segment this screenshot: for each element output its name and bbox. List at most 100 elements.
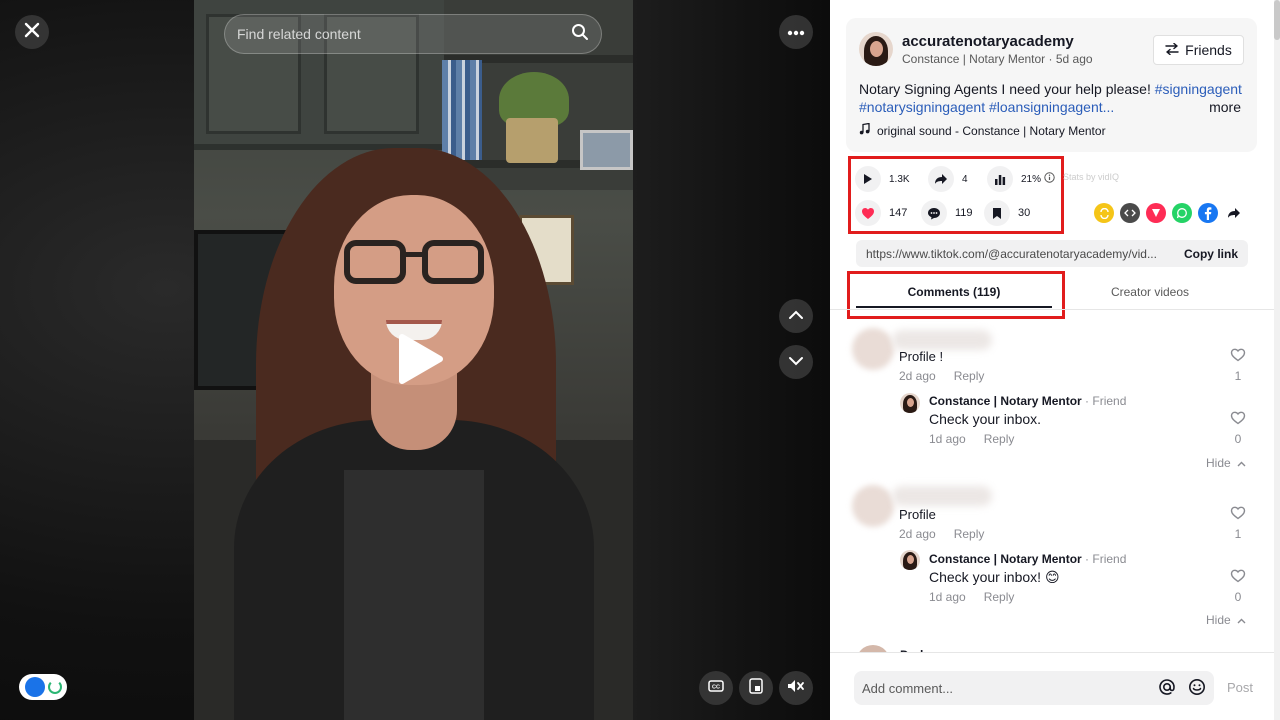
saves-stat[interactable]: 30 bbox=[984, 200, 1030, 226]
send-to-friends-icon[interactable] bbox=[1146, 203, 1166, 223]
search-placeholder: Find related content bbox=[237, 26, 361, 42]
embed-icon[interactable] bbox=[1120, 203, 1140, 223]
reply-author[interactable]: Constance | Notary Mentor · Friend bbox=[929, 552, 1126, 566]
comment-like[interactable]: 1 bbox=[1228, 506, 1248, 541]
engagement-stat: 21% bbox=[987, 166, 1055, 192]
glasses-bridge bbox=[404, 252, 424, 257]
facebook-icon[interactable] bbox=[1198, 203, 1218, 223]
friends-button[interactable]: Friends bbox=[1153, 35, 1244, 65]
at-mention-icon[interactable] bbox=[1158, 678, 1176, 699]
repost-icon[interactable] bbox=[1094, 203, 1114, 223]
comment-meta: 2d ago Reply bbox=[899, 527, 984, 541]
comment-time: 2d ago bbox=[899, 369, 936, 383]
more-options-button[interactable] bbox=[779, 15, 813, 49]
description-text: Notary Signing Agents I need your help p… bbox=[859, 81, 1155, 97]
info-icon[interactable] bbox=[1044, 172, 1055, 186]
bar-chart-icon bbox=[987, 166, 1013, 192]
author-subline: Constance | Notary Mentor · 5d ago bbox=[902, 52, 1093, 66]
sound-link[interactable]: original sound - Constance | Notary Ment… bbox=[859, 122, 1106, 138]
plays-stat: 1.3K bbox=[855, 166, 910, 192]
extension-toggle[interactable] bbox=[19, 674, 67, 700]
commenter-avatar[interactable] bbox=[852, 485, 894, 527]
chevron-up-icon bbox=[1237, 456, 1246, 470]
post-comment-button[interactable]: Post bbox=[1227, 680, 1253, 695]
hashtag-link[interactable]: #notarysigningagent #loansigningagent... bbox=[859, 99, 1114, 115]
reply-button[interactable]: Reply bbox=[954, 527, 985, 541]
heart-outline-icon bbox=[1228, 348, 1248, 365]
comments-stat[interactable]: 119 bbox=[921, 200, 973, 226]
friends-label: Friends bbox=[1185, 42, 1232, 58]
mute-button[interactable] bbox=[779, 671, 813, 705]
friend-label: · Friend bbox=[1081, 552, 1127, 566]
comment-text: Profile ! bbox=[899, 349, 944, 364]
hashtag-link[interactable]: #signingagent bbox=[1155, 81, 1242, 97]
comment-like[interactable]: 1 bbox=[1228, 348, 1248, 383]
commenter-avatar[interactable] bbox=[852, 328, 894, 370]
captions-button[interactable]: CC bbox=[699, 671, 733, 705]
comment-text: Profile bbox=[899, 507, 936, 522]
volume-muted-icon bbox=[787, 679, 805, 698]
reply-like-count: 0 bbox=[1234, 432, 1242, 446]
reply-time: 1d ago bbox=[929, 432, 966, 446]
copy-link-button[interactable]: Copy link bbox=[1184, 247, 1238, 261]
avatar[interactable] bbox=[859, 32, 893, 66]
comment-input[interactable]: Add comment... bbox=[854, 671, 1214, 705]
sound-label: original sound - Constance | Notary Ment… bbox=[877, 123, 1106, 138]
reply-button[interactable]: Reply bbox=[984, 590, 1015, 604]
next-video-button[interactable] bbox=[779, 345, 813, 379]
swap-arrows-icon bbox=[1165, 42, 1179, 58]
plays-count: 1.3K bbox=[889, 173, 910, 185]
post-info-card: accuratenotaryacademy Constance | Notary… bbox=[846, 18, 1257, 152]
video-player[interactable]: Find related content CC bbox=[0, 0, 830, 720]
previous-video-button[interactable] bbox=[779, 299, 813, 333]
whatsapp-icon[interactable] bbox=[1172, 203, 1192, 223]
reply-button[interactable]: Reply bbox=[984, 432, 1015, 446]
search-input[interactable]: Find related content bbox=[224, 14, 602, 54]
likes-stat[interactable]: 147 bbox=[855, 200, 907, 226]
engagement-rate: 21% bbox=[1021, 173, 1042, 185]
comment-like-count: 1 bbox=[1234, 369, 1242, 383]
reply-text: Check your inbox! 😊 bbox=[929, 569, 1060, 585]
picture-in-picture-icon bbox=[749, 677, 763, 699]
captions-icon: CC bbox=[708, 679, 724, 697]
close-button[interactable] bbox=[15, 15, 49, 49]
hide-replies-button[interactable]: Hide bbox=[1206, 613, 1246, 627]
play-icon[interactable] bbox=[396, 333, 444, 385]
reply-avatar[interactable] bbox=[900, 393, 920, 413]
reply-avatar[interactable] bbox=[900, 550, 920, 570]
friend-label: · Friend bbox=[1081, 394, 1127, 408]
reply-meta: 1d ago Reply bbox=[929, 432, 1014, 446]
reply-like[interactable]: 0 bbox=[1228, 569, 1248, 604]
extension-logo-icon bbox=[24, 677, 45, 697]
commenter-name-blurred bbox=[892, 486, 992, 506]
post-description: Notary Signing Agents I need your help p… bbox=[859, 80, 1245, 116]
more-button[interactable]: more bbox=[1209, 98, 1241, 116]
share-more-icon[interactable] bbox=[1224, 203, 1244, 223]
heart-outline-icon bbox=[1228, 411, 1248, 428]
reply-author-name: Constance | Notary Mentor bbox=[929, 552, 1082, 566]
scrollbar-track[interactable] bbox=[1274, 0, 1280, 720]
details-panel: accuratenotaryacademy Constance | Notary… bbox=[830, 0, 1280, 720]
reply-text: Check your inbox. bbox=[929, 411, 1042, 427]
saves-count: 30 bbox=[1018, 207, 1031, 219]
reply-like[interactable]: 0 bbox=[1228, 411, 1248, 446]
reply-button[interactable]: Reply bbox=[954, 369, 985, 383]
scrollbar-thumb[interactable] bbox=[1274, 0, 1280, 40]
reply-time: 1d ago bbox=[929, 590, 966, 604]
bookmark-icon bbox=[984, 200, 1010, 226]
comments-count: 119 bbox=[955, 207, 973, 219]
tab-comments[interactable]: Comments (119) bbox=[856, 285, 1052, 299]
emoji-icon[interactable] bbox=[1188, 678, 1206, 699]
reply-author[interactable]: Constance | Notary Mentor · Friend bbox=[929, 394, 1126, 408]
tab-creator-videos[interactable]: Creator videos bbox=[1080, 285, 1220, 299]
commenter-name-blurred bbox=[892, 330, 992, 350]
more-icon bbox=[787, 23, 805, 41]
likes-count: 147 bbox=[889, 207, 908, 219]
tabs-divider bbox=[830, 309, 1274, 310]
hide-replies-button[interactable]: Hide bbox=[1206, 456, 1246, 470]
reply-like-count: 0 bbox=[1234, 590, 1242, 604]
username[interactable]: accuratenotaryacademy bbox=[902, 33, 1074, 50]
search-icon[interactable] bbox=[571, 23, 589, 46]
share-link-row: https://www.tiktok.com/@accuratenotaryac… bbox=[856, 240, 1248, 267]
picture-in-picture-button[interactable] bbox=[739, 671, 773, 705]
